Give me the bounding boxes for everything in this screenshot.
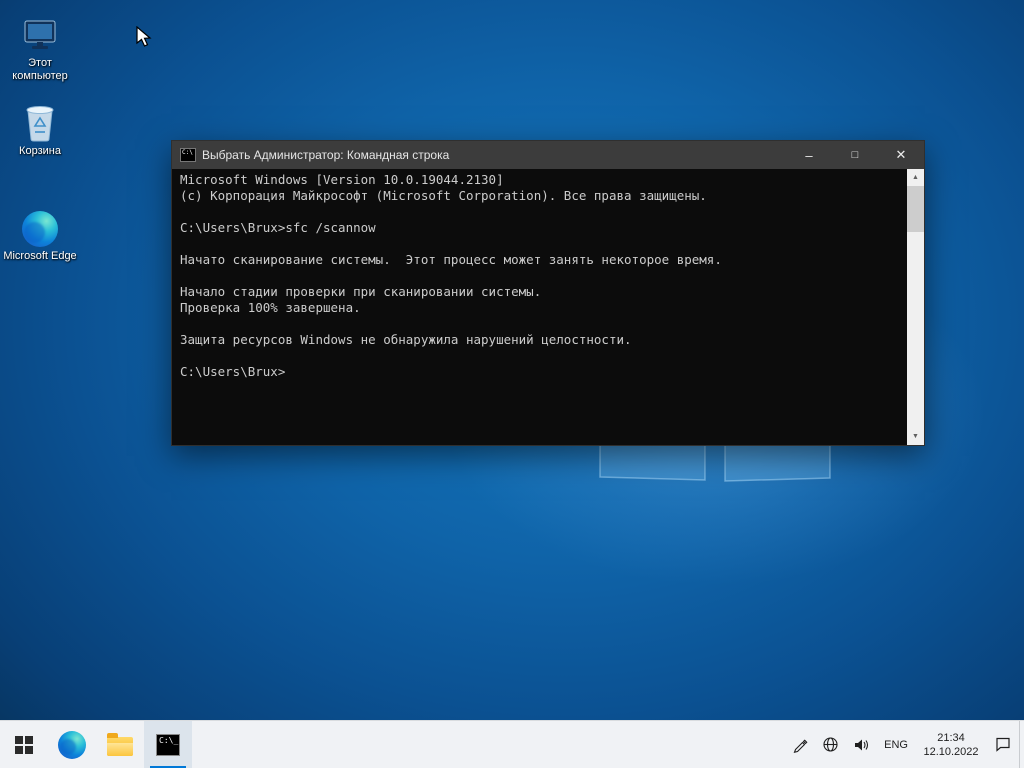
taskbar-edge-button[interactable] xyxy=(48,721,96,768)
clock-date: 12.10.2022 xyxy=(923,745,979,758)
console-line: C:\Users\Brux> xyxy=(180,364,286,379)
scrollbar-thumb[interactable] xyxy=(907,186,924,232)
taskbar: C:\_ ENG 21:34 12.10.2022 xyxy=(0,720,1024,768)
cmd-icon: C:\_ xyxy=(156,733,180,756)
windows-logo-icon xyxy=(15,735,33,754)
console-output: Microsoft Windows [Version 10.0.19044.21… xyxy=(172,169,907,445)
notification-icon xyxy=(996,737,1010,752)
console-line: C:\Users\Brux>sfc /scannow xyxy=(180,220,376,235)
command-prompt-window: C:\ Выбрать Администратор: Командная стр… xyxy=(171,140,925,446)
taskbar-file-explorer-button[interactable] xyxy=(96,721,144,768)
edge-icon xyxy=(58,730,86,759)
pen-icon xyxy=(793,739,808,753)
desktop-icon-edge[interactable]: Microsoft Edge xyxy=(2,205,78,263)
language-indicator[interactable]: ENG xyxy=(877,721,915,768)
maximize-button[interactable]: □ xyxy=(832,141,878,169)
start-button[interactable] xyxy=(0,721,48,768)
volume-tray-button[interactable] xyxy=(846,721,877,768)
this-pc-icon xyxy=(2,12,78,54)
close-button[interactable]: ✕ xyxy=(878,141,924,169)
console-line: (c) Корпорация Майкрософт (Microsoft Cor… xyxy=(180,188,707,203)
show-desktop-button[interactable] xyxy=(1019,720,1024,768)
window-title: Выбрать Администратор: Командная строка xyxy=(202,148,450,162)
desktop-icon-label: Microsoft Edge xyxy=(3,250,77,262)
console-area[interactable]: Microsoft Windows [Version 10.0.19044.21… xyxy=(172,169,924,445)
desktop-icon-label: Корзина xyxy=(19,145,61,157)
minimize-button[interactable]: – xyxy=(786,141,832,169)
clock-time: 21:34 xyxy=(937,731,965,744)
system-tray: ENG 21:34 12.10.2022 xyxy=(785,720,1024,768)
recycle-bin-icon xyxy=(2,100,78,142)
globe-icon xyxy=(823,737,838,752)
scroll-up-icon[interactable]: ▲ xyxy=(907,169,924,186)
console-line: Проверка 100% завершена. xyxy=(180,300,361,315)
taskbar-cmd-button[interactable]: C:\_ xyxy=(144,721,192,768)
folder-icon xyxy=(107,733,133,756)
console-line: Microsoft Windows [Version 10.0.19044.21… xyxy=(180,172,504,187)
speaker-icon xyxy=(855,739,869,750)
desktop-icon-this-pc[interactable]: Этот компьютер xyxy=(2,12,78,83)
desktop-icon-label: Этот компьютер xyxy=(12,57,68,82)
taskbar-clock[interactable]: 21:34 12.10.2022 xyxy=(915,721,987,768)
desktop: Этот компьютер Корзина Microsoft Edge C:… xyxy=(0,0,1024,768)
desktop-icon-recycle-bin[interactable]: Корзина xyxy=(2,100,78,158)
scroll-down-icon[interactable]: ▼ xyxy=(907,428,924,445)
console-line: Защита ресурсов Windows не обнаружила на… xyxy=(180,332,632,347)
pen-tray-button[interactable] xyxy=(785,721,815,768)
edge-icon xyxy=(2,205,78,247)
mouse-cursor xyxy=(136,26,152,47)
console-line: Начато сканирование системы. Этот процес… xyxy=(180,252,722,267)
window-titlebar[interactable]: C:\ Выбрать Администратор: Командная стр… xyxy=(172,141,924,169)
console-line: Начало стадии проверки при сканировании … xyxy=(180,284,542,299)
action-center-button[interactable] xyxy=(987,721,1019,768)
network-tray-button[interactable] xyxy=(815,721,846,768)
console-scrollbar[interactable]: ▲ ▼ xyxy=(907,169,924,445)
cmd-window-icon: C:\ xyxy=(180,148,196,162)
